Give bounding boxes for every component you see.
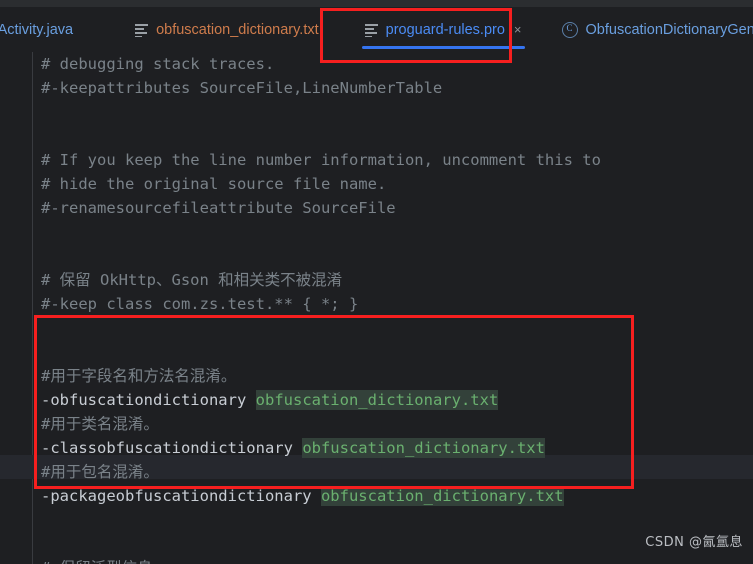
- toolbar-strip: [0, 0, 753, 7]
- code-line: # If you keep the line number informatio…: [41, 151, 601, 169]
- code-line: # hide the original source file name.: [41, 175, 387, 193]
- code-line-directive-classobfuscationdictionary: -classobfuscationdictionary obfuscation_…: [34, 436, 753, 460]
- directive-keyword: -packageobfuscationdictionary: [41, 487, 312, 505]
- close-icon[interactable]: ×: [514, 23, 522, 36]
- ide-editor-screenshot: C lashActivity.java obfuscation_dictiona…: [0, 0, 753, 564]
- tab-label: ObfuscationDictionaryGeneratorUtil.j: [585, 21, 753, 38]
- directive-keyword: -classobfuscationdictionary: [41, 439, 293, 457]
- line-number-gutter: [0, 52, 33, 564]
- code-text-area[interactable]: # debugging stack traces. #-keepattribut…: [34, 52, 753, 564]
- tab-splashactivity-java[interactable]: C lashActivity.java: [0, 7, 84, 52]
- code-editor[interactable]: # debugging stack traces. #-keepattribut…: [0, 52, 753, 564]
- watermark: CSDN @氤氲息: [645, 535, 743, 550]
- code-line: # 保留泛型信息: [34, 556, 753, 564]
- tab-obfuscation-dictionary-txt[interactable]: obfuscation_dictionary.txt: [124, 7, 330, 52]
- editor-tab-bar[interactable]: C lashActivity.java obfuscation_dictiona…: [0, 7, 753, 52]
- code-line: #用于类名混淆。: [41, 415, 159, 433]
- tab-label: obfuscation_dictionary.txt: [156, 21, 319, 38]
- tab-obfuscationdictionarygeneratorutil-java[interactable]: C ObfuscationDictionaryGeneratorUtil.j: [551, 7, 753, 52]
- code-line: #-keepattributes SourceFile,LineNumberTa…: [41, 79, 443, 97]
- code-line: # 保留 OkHttp、Gson 和相关类不被混淆: [41, 271, 343, 289]
- code-line: # debugging stack traces.: [41, 55, 275, 73]
- directive-value: obfuscation_dictionary.txt: [255, 390, 499, 410]
- tab-label: lashActivity.java: [0, 21, 74, 38]
- directive-value: obfuscation_dictionary.txt: [302, 438, 545, 458]
- java-class-icon: C: [561, 21, 578, 38]
- text-file-icon: [364, 23, 378, 37]
- directive-keyword: -obfuscationdictionary: [41, 391, 247, 409]
- code-line: #用于包名混淆。: [41, 463, 159, 481]
- directive-value: obfuscation_dictionary.txt: [320, 486, 564, 506]
- code-line-directive-obfuscationdictionary: -obfuscationdictionary obfuscation_dicti…: [34, 388, 753, 412]
- tab-label: proguard-rules.pro: [385, 21, 505, 38]
- code-line: #-keep class com.zs.test.** { *; }: [41, 295, 359, 313]
- code-line: #-renamesourcefileattribute SourceFile: [41, 199, 396, 217]
- text-file-icon: [135, 23, 149, 37]
- tab-proguard-rules-pro[interactable]: proguard-rules.pro ×: [354, 7, 533, 52]
- code-line: #用于字段名和方法名混淆。: [41, 367, 237, 385]
- code-line-directive-packageobfuscationdictionary: -packageobfuscationdictionary obfuscatio…: [34, 484, 753, 508]
